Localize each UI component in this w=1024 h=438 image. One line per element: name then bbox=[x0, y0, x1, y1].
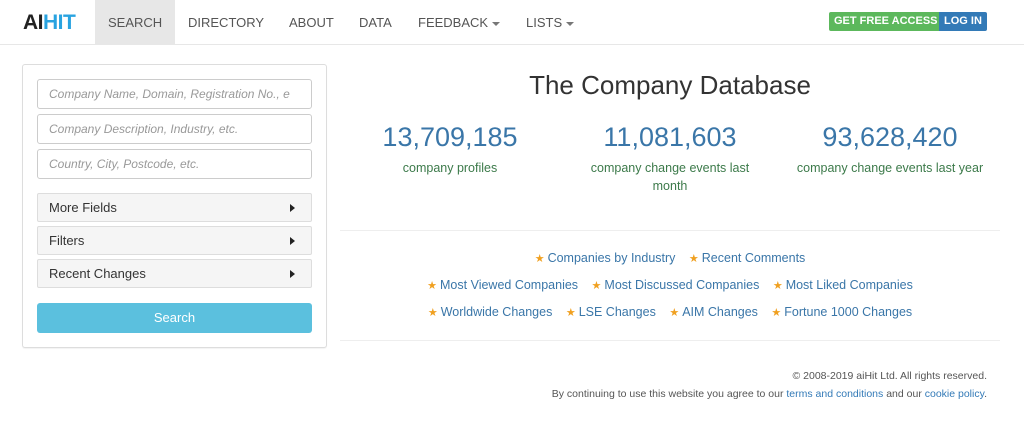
nav-lists[interactable]: LISTS bbox=[513, 0, 587, 45]
link-label: LSE Changes bbox=[578, 305, 656, 319]
recent-changes-label: Recent Changes bbox=[49, 266, 146, 281]
link-most-discussed[interactable]: ★ Most Discussed Companies bbox=[592, 278, 760, 292]
stat-month-label: company change events last month bbox=[590, 161, 750, 193]
caret-right-icon bbox=[290, 237, 295, 245]
star-icon: ★ bbox=[427, 307, 438, 319]
stat-profiles-value: 13,709,185 bbox=[382, 122, 518, 152]
divider bbox=[340, 340, 1000, 341]
link-label: Most Viewed Companies bbox=[440, 278, 579, 292]
star-icon: ★ bbox=[669, 307, 680, 319]
logo-hit: HIT bbox=[43, 11, 76, 34]
chevron-down-icon bbox=[566, 21, 575, 26]
nav-lists-label: LISTS bbox=[526, 15, 563, 30]
link-recent-comments[interactable]: ★ Recent Comments bbox=[689, 251, 805, 265]
stat-month-value: 11,081,603 bbox=[603, 122, 737, 152]
nav-about[interactable]: ABOUT bbox=[276, 0, 347, 45]
link-companies-by-industry[interactable]: ★ Companies by Industry bbox=[535, 251, 676, 265]
consent-suffix: . bbox=[984, 388, 987, 400]
footer-copyright: © 2008-2019 aiHit Ltd. All rights reserv… bbox=[792, 370, 987, 382]
star-icon: ★ bbox=[688, 253, 699, 265]
nav-data[interactable]: DATA bbox=[346, 0, 405, 45]
nav-about-label: ABOUT bbox=[289, 15, 334, 30]
stat-year-value: 93,628,420 bbox=[822, 122, 958, 152]
consent-middle: and our bbox=[883, 388, 925, 400]
link-label: Companies by Industry bbox=[547, 251, 676, 265]
links-row-3: ★ Worldwide Changes ★ LSE Changes ★ AIM Cha… bbox=[340, 305, 1000, 319]
terms-link[interactable]: terms and conditions bbox=[786, 388, 883, 400]
filters-toggle[interactable]: Filters bbox=[37, 226, 312, 255]
consent-prefix: By continuing to use this website you ag… bbox=[551, 388, 787, 400]
cookie-policy-link[interactable]: cookie policy bbox=[925, 388, 984, 400]
log-in-button[interactable]: LOG IN bbox=[939, 12, 987, 31]
filters-label: Filters bbox=[49, 233, 85, 248]
link-label: Recent Comments bbox=[701, 251, 806, 265]
star-icon: ★ bbox=[565, 307, 576, 319]
nav-directory-label: DIRECTORY bbox=[188, 15, 265, 30]
location-input[interactable]: Country, City, Postcode, etc. bbox=[37, 149, 312, 179]
link-label: Fortune 1000 Changes bbox=[784, 305, 913, 319]
links-row-1: ★ Companies by Industry ★ Recent Comments bbox=[340, 251, 1000, 265]
stat-profiles-label: company profiles bbox=[402, 161, 498, 175]
more-fields-label: More Fields bbox=[49, 200, 117, 215]
page-title: The Company Database bbox=[529, 70, 811, 100]
link-worldwide-changes[interactable]: ★ Worldwide Changes bbox=[428, 305, 553, 319]
link-aim-changes[interactable]: ★ AIM Changes bbox=[669, 305, 758, 319]
star-icon: ★ bbox=[534, 253, 545, 265]
links-row-2: ★ Most Viewed Companies ★ Most Discussed C… bbox=[340, 278, 1000, 292]
star-icon: ★ bbox=[591, 280, 602, 292]
link-label: Most Discussed Companies bbox=[604, 278, 760, 292]
top-navbar: AIHIT SEARCH DIRECTORY ABOUT DATA FEEDBA… bbox=[0, 0, 1024, 45]
star-icon: ★ bbox=[427, 280, 438, 292]
get-free-access-button[interactable]: GET FREE ACCESS bbox=[829, 12, 943, 31]
link-label: AIM Changes bbox=[682, 305, 758, 319]
chevron-down-icon bbox=[492, 21, 501, 26]
link-label: Most Liked Companies bbox=[785, 278, 913, 292]
nav-data-label: DATA bbox=[359, 15, 392, 30]
nav-directory[interactable]: DIRECTORY bbox=[175, 0, 277, 45]
divider bbox=[340, 230, 1000, 231]
logo-ai: AI bbox=[23, 11, 44, 34]
aihit-logo[interactable]: AIHIT bbox=[23, 11, 76, 35]
link-lse-changes[interactable]: ★ LSE Changes bbox=[566, 305, 656, 319]
link-fortune-1000-changes[interactable]: ★ Fortune 1000 Changes bbox=[771, 305, 912, 319]
more-fields-toggle[interactable]: More Fields bbox=[37, 193, 312, 222]
nav-search[interactable]: SEARCH bbox=[95, 0, 176, 45]
nav-search-label: SEARCH bbox=[108, 15, 163, 30]
company-name-input[interactable]: Company Name, Domain, Registration No., … bbox=[37, 79, 312, 109]
stat-year-label: company change events last year bbox=[796, 161, 984, 175]
nav-feedback-label: FEEDBACK bbox=[418, 15, 489, 30]
search-panel: Company Name, Domain, Registration No., … bbox=[22, 64, 327, 348]
star-icon: ★ bbox=[771, 307, 782, 319]
caret-right-icon bbox=[290, 270, 295, 278]
link-most-liked[interactable]: ★ Most Liked Companies bbox=[773, 278, 913, 292]
search-button[interactable]: Search bbox=[37, 303, 312, 333]
link-label: Worldwide Changes bbox=[440, 305, 553, 319]
star-icon: ★ bbox=[772, 280, 783, 292]
nav-feedback[interactable]: FEEDBACK bbox=[405, 0, 513, 45]
company-description-input[interactable]: Company Description, Industry, etc. bbox=[37, 114, 312, 144]
footer-consent: By continuing to use this website you ag… bbox=[552, 388, 987, 400]
recent-changes-toggle[interactable]: Recent Changes bbox=[37, 259, 312, 288]
link-most-viewed[interactable]: ★ Most Viewed Companies bbox=[427, 278, 578, 292]
caret-right-icon bbox=[290, 204, 295, 212]
